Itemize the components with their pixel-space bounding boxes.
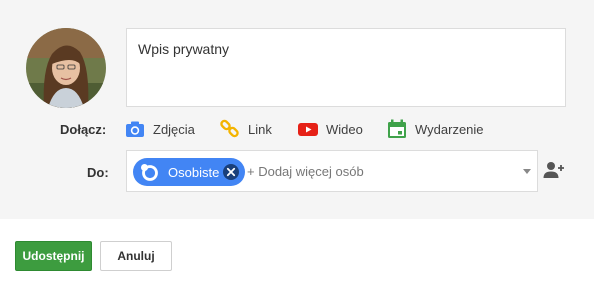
calendar-icon	[386, 119, 408, 139]
cancel-button[interactable]: Anuluj	[100, 241, 172, 271]
close-icon[interactable]	[222, 163, 240, 181]
add-person-icon[interactable]	[543, 161, 565, 179]
avatar	[26, 28, 106, 108]
attach-label: Dołącz:	[60, 122, 107, 137]
share-recipients-field[interactable]: Osobiste + Dodaj więcej osób	[126, 150, 538, 192]
attach-link-label: Link	[248, 121, 272, 137]
attach-event-button[interactable]: Wydarzenie	[386, 119, 484, 139]
recipient-chip[interactable]: Osobiste	[133, 158, 245, 186]
post-placeholder: Wpis prywatny	[138, 41, 230, 57]
link-icon	[219, 119, 241, 139]
attach-video-button[interactable]: Wideo	[297, 119, 363, 139]
attach-video-label: Wideo	[326, 121, 363, 137]
recipient-chip-label: Osobiste	[168, 164, 220, 180]
attach-photos-button[interactable]: Zdjęcia	[124, 119, 195, 139]
add-more-people-input[interactable]: + Dodaj więcej osób	[247, 164, 364, 179]
post-text-field[interactable]: Wpis prywatny	[126, 28, 566, 107]
attach-photos-label: Zdjęcia	[153, 121, 195, 137]
share-button[interactable]: Udostępnij	[15, 241, 92, 271]
attach-link-button[interactable]: Link	[219, 119, 272, 139]
camera-icon	[124, 119, 146, 139]
share-to-label: Do:	[87, 165, 109, 180]
circles-icon	[138, 161, 160, 183]
compose-panel: Wpis prywatny Dołącz: Zdjęcia Link Wideo…	[0, 0, 594, 219]
chevron-down-icon[interactable]	[523, 169, 531, 174]
attach-event-label: Wydarzenie	[415, 121, 484, 137]
youtube-icon	[297, 119, 319, 139]
